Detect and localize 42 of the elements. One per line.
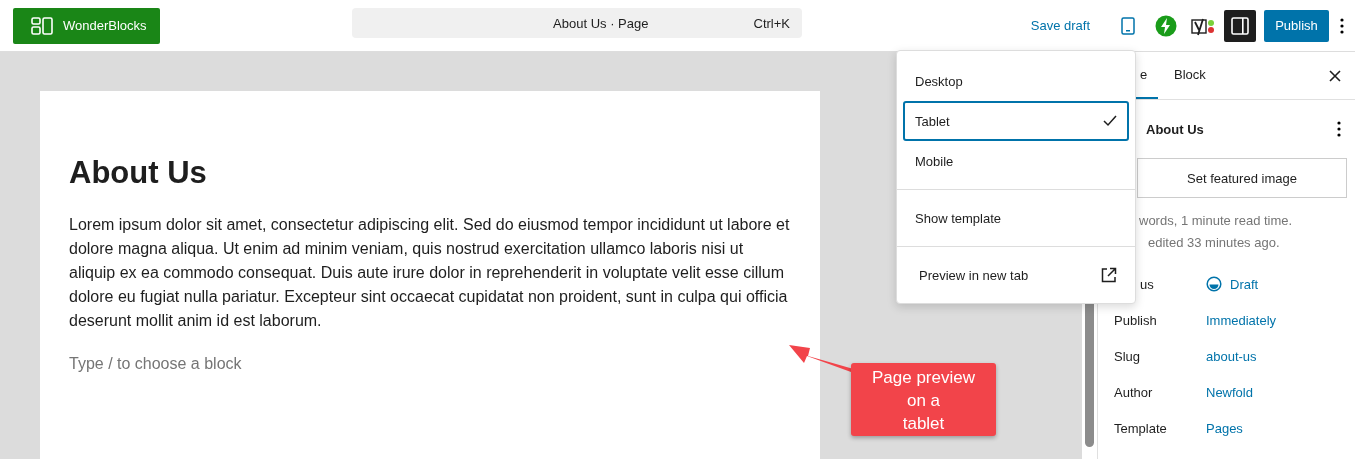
- callout-text: on a: [905, 390, 942, 412]
- field-value[interactable]: Pages: [1206, 420, 1243, 436]
- callout-text: Page preview: [871, 367, 976, 389]
- draft-status-icon: [1206, 276, 1222, 292]
- bolt-icon[interactable]: [1155, 14, 1177, 37]
- command-bar[interactable]: About Us · Page Ctrl+K: [352, 8, 802, 38]
- checkmark-icon: [1103, 115, 1117, 127]
- publish-button[interactable]: Publish: [1264, 9, 1329, 42]
- field-label: Slug: [1113, 348, 1142, 364]
- sidebar-icon[interactable]: [1231, 16, 1249, 35]
- page-title: About Us: [1146, 121, 1205, 137]
- more-options-icon[interactable]: [1340, 17, 1344, 34]
- tablet-icon[interactable]: [1121, 16, 1135, 35]
- sidebar-tab[interactable]: Block: [1158, 52, 1222, 99]
- page-meta-text: edited 33 minutes ago.: [1147, 234, 1281, 252]
- device-option[interactable]: Mobile: [903, 141, 1129, 181]
- external-link-icon: [1101, 267, 1117, 283]
- device-option[interactable]: Tablet: [903, 101, 1129, 141]
- save-draft-button[interactable]: Save draft: [1030, 18, 1090, 33]
- device-option[interactable]: Desktop: [903, 61, 1129, 101]
- set-featured-image-button[interactable]: Set featured image: [1137, 158, 1347, 198]
- field-label: Publish: [1113, 312, 1158, 328]
- field-value[interactable]: about-us: [1206, 348, 1257, 364]
- page-meta-text: words, 1 minute read time.: [1139, 212, 1294, 230]
- field-value[interactable]: Newfold: [1206, 384, 1253, 400]
- page-heading[interactable]: About Us: [69, 155, 791, 191]
- shortcut-label: Ctrl+K: [753, 15, 791, 31]
- wonderblocks-button[interactable]: WonderBlocks: [13, 7, 160, 44]
- field-label: Author: [1113, 384, 1154, 400]
- paragraph-block[interactable]: Lorem ipsum dolor sit amet, consectetur adipiscing elit. Sed do eiusmod tempor incididunt ut labore et dolore magna aliqua. Ut enim ad minim veniam, quis nostrud exercitation ullamco laboris nisi ut aliquip ex ea commodo consequat. Duis aute irure dolor in reprehenderit in voluptate velit esse cillum dolore eu fugiat nulla pariatur. Excepteur sint occaecat cupidatat non proident, sunt in culpa qui officia deserunt mollit anim id est laborum.: [69, 213, 791, 333]
- field-value[interactable]: Immediately: [1206, 312, 1277, 328]
- blocks-icon: [31, 16, 53, 35]
- field-label: us: [1139, 276, 1155, 292]
- field-value[interactable]: Draft: [1206, 276, 1259, 292]
- callout-text: tablet: [901, 413, 946, 435]
- show-template-option[interactable]: Show template: [903, 198, 1129, 238]
- more-options-icon[interactable]: [1337, 121, 1341, 137]
- close-icon[interactable]: [1329, 69, 1341, 82]
- preview-new-tab-option[interactable]: Preview in new tab: [903, 255, 1129, 295]
- block-placeholder[interactable]: Type / to choose a block: [69, 355, 242, 373]
- page-title: About Us · Page: [552, 15, 650, 31]
- field-label: Template: [1113, 420, 1168, 436]
